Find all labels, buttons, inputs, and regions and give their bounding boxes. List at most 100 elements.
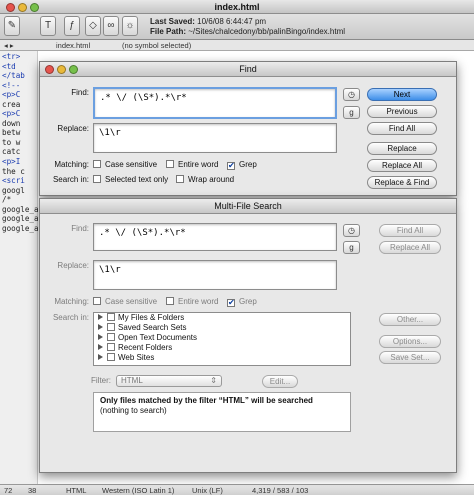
- save-set-button[interactable]: Save Set...: [379, 351, 441, 364]
- zoom-icon[interactable]: [30, 3, 39, 12]
- multi-case-sensitive-checkbox[interactable]: Case sensitive: [93, 297, 157, 306]
- multi-title-text: Multi-File Search: [214, 201, 282, 211]
- search-sources-list[interactable]: My Files & Folders Saved Search Sets Ope…: [93, 312, 351, 366]
- multi-search-in-label: Search in:: [52, 313, 89, 322]
- window-traffic-lights: [6, 3, 42, 14]
- multi-replace-all-button[interactable]: Replace All: [379, 241, 441, 254]
- find-all-button[interactable]: Find All: [367, 122, 437, 135]
- close-icon[interactable]: [45, 65, 54, 74]
- minimize-icon[interactable]: [57, 65, 66, 74]
- filter-message: Only files matched by the filter “HTML” …: [93, 392, 351, 432]
- checkbox-icon: [176, 175, 184, 183]
- status-line: 72: [4, 486, 13, 495]
- replace-and-find-button[interactable]: Replace & Find: [367, 176, 437, 189]
- minimize-icon[interactable]: [18, 3, 27, 12]
- history-clock-icon[interactable]: ◷: [343, 224, 360, 237]
- file-info: Last Saved: 10/6/08 6:44:47 pm File Path…: [150, 17, 345, 37]
- checkbox-icon: [93, 175, 101, 183]
- find-dialog-title: Find: [40, 62, 456, 77]
- checkbox-icon[interactable]: [107, 343, 115, 351]
- multi-grep-label: Grep: [239, 297, 257, 306]
- nav-symbol[interactable]: (no symbol selected): [122, 40, 191, 51]
- text-options-icon[interactable]: T: [40, 16, 56, 36]
- function-menu-icon[interactable]: ƒ: [64, 16, 80, 36]
- search-in-label: Search in:: [52, 175, 89, 184]
- nav-arrows-icon[interactable]: ◂ ▸: [4, 40, 14, 51]
- matching-label: Matching:: [54, 160, 89, 169]
- case-sensitive-checkbox[interactable]: Case sensitive: [93, 160, 157, 169]
- filter-value: HTML: [121, 376, 143, 385]
- file-path-label: File Path:: [150, 27, 187, 36]
- status-line-endings[interactable]: Unix (LF): [192, 485, 223, 496]
- status-encoding[interactable]: Western (ISO Latin 1): [102, 485, 174, 496]
- multi-find-label: Find:: [71, 224, 89, 233]
- selected-text-only-label: Selected text only: [105, 175, 169, 184]
- multi-replace-label: Replace:: [57, 261, 89, 270]
- find-title-text: Find: [239, 64, 257, 74]
- entire-word-label: Entire word: [178, 160, 219, 169]
- checkbox-icon[interactable]: [107, 323, 115, 331]
- close-icon[interactable]: [6, 3, 15, 12]
- wrap-around-checkbox[interactable]: Wrap around: [176, 175, 234, 184]
- replace-field[interactable]: \1\r: [93, 123, 337, 153]
- multi-find-field[interactable]: .* \/ (\S*).*\r*: [93, 223, 337, 251]
- options-button[interactable]: Options...: [379, 335, 441, 348]
- previous-button[interactable]: Previous: [367, 105, 437, 118]
- chevron-down-icon: ⇕: [210, 376, 217, 385]
- checkbox-icon[interactable]: [107, 353, 115, 361]
- filter-select[interactable]: HTML ⇕: [116, 375, 222, 387]
- grep-pattern-icon[interactable]: g: [343, 241, 360, 254]
- multi-matching-label: Matching:: [54, 297, 89, 306]
- source-item[interactable]: Recent Folders: [94, 343, 350, 353]
- source-item[interactable]: Web Sites: [94, 353, 350, 363]
- source-item[interactable]: Saved Search Sets: [94, 323, 350, 333]
- find-field[interactable]: .* \/ (\S*).*\r*: [93, 87, 337, 119]
- replace-label: Replace:: [57, 124, 89, 133]
- pencil-icon[interactable]: ✎: [4, 16, 20, 36]
- multi-entire-word-checkbox[interactable]: Entire word: [166, 297, 218, 306]
- markup-icon[interactable]: ◇: [85, 16, 101, 36]
- source-label: Saved Search Sets: [118, 323, 187, 332]
- multi-replace-field[interactable]: \1\r: [93, 260, 337, 290]
- find-label: Find:: [71, 88, 89, 97]
- navigation-bar: ◂ ▸ index.html (no symbol selected): [0, 40, 474, 51]
- multi-find-all-button[interactable]: Find All: [379, 224, 441, 237]
- disclosure-triangle-icon[interactable]: [98, 314, 103, 320]
- checkmark-icon: ✔: [227, 298, 235, 307]
- entire-word-checkbox[interactable]: Entire word: [166, 160, 218, 169]
- source-item[interactable]: My Files & Folders: [94, 313, 350, 323]
- multi-word-label: Entire word: [178, 297, 219, 306]
- selected-text-only-checkbox[interactable]: Selected text only: [93, 175, 168, 184]
- disclosure-triangle-icon[interactable]: [98, 334, 103, 340]
- multi-grep-checkbox[interactable]: ✔ Grep: [227, 297, 257, 307]
- replace-all-button[interactable]: Replace All: [367, 159, 437, 172]
- next-button[interactable]: Next: [367, 88, 437, 101]
- disclosure-triangle-icon[interactable]: [98, 344, 103, 350]
- filter-label: Filter:: [91, 376, 111, 385]
- source-label: Recent Folders: [118, 343, 173, 352]
- case-sensitive-label: Case sensitive: [105, 160, 158, 169]
- link-icon[interactable]: ∞: [103, 16, 119, 36]
- status-language[interactable]: HTML: [66, 485, 86, 496]
- replace-button[interactable]: Replace: [367, 142, 437, 155]
- grep-pattern-icon[interactable]: g: [343, 106, 360, 119]
- other-button[interactable]: Other...: [379, 313, 441, 326]
- checkbox-icon[interactable]: [107, 313, 115, 321]
- checkbox-icon: [166, 160, 174, 168]
- grep-checkbox[interactable]: ✔ Grep: [227, 160, 257, 170]
- zoom-icon[interactable]: [69, 65, 78, 74]
- preview-icon[interactable]: ☼: [122, 16, 138, 36]
- edit-filter-button[interactable]: Edit...: [262, 375, 298, 388]
- source-label: My Files & Folders: [118, 313, 185, 322]
- filter-message-title: Only files matched by the filter “HTML” …: [100, 396, 313, 405]
- nav-filename[interactable]: index.html: [56, 40, 90, 51]
- history-clock-icon[interactable]: ◷: [343, 88, 360, 101]
- disclosure-triangle-icon[interactable]: [98, 354, 103, 360]
- multi-dialog-title: Multi-File Search: [40, 199, 456, 214]
- multi-case-label: Case sensitive: [105, 297, 158, 306]
- grep-label: Grep: [239, 160, 257, 169]
- checkbox-icon[interactable]: [107, 333, 115, 341]
- source-item[interactable]: Open Text Documents: [94, 333, 350, 343]
- disclosure-triangle-icon[interactable]: [98, 324, 103, 330]
- checkmark-icon: ✔: [227, 161, 235, 170]
